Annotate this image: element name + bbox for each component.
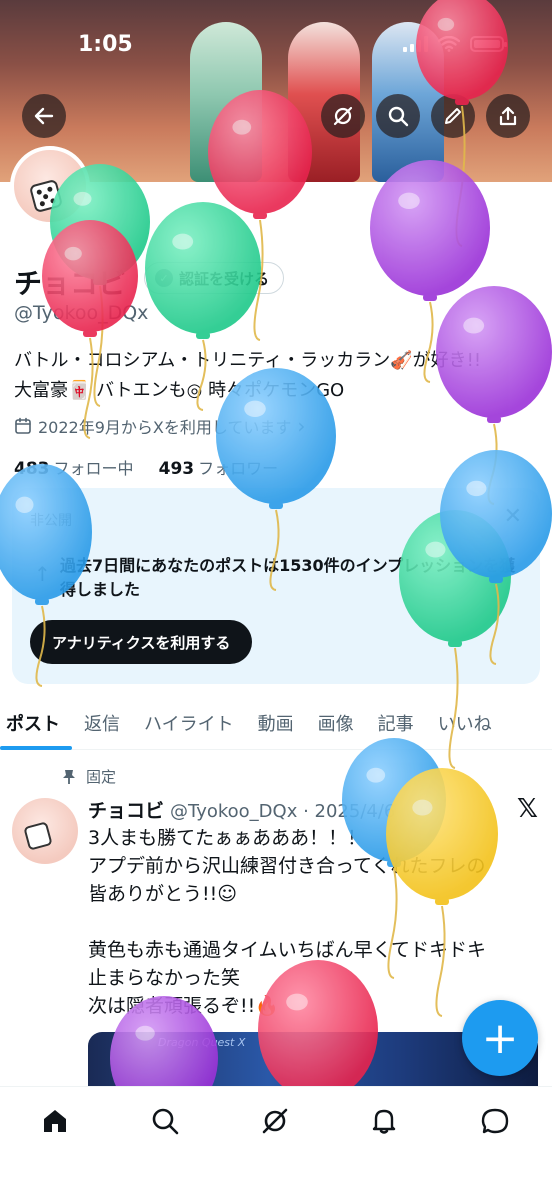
nav-messages[interactable] — [475, 1101, 515, 1141]
profile-avatar[interactable] — [10, 146, 90, 226]
back-button[interactable] — [22, 94, 66, 138]
compose-plus-icon: + — [481, 1012, 519, 1064]
nav-explore[interactable] — [145, 1101, 185, 1141]
media-title: Dragon Quest X — [158, 1036, 246, 1049]
following-count: 483 — [14, 459, 50, 479]
status-bar: 1:05 — [0, 0, 552, 90]
close-icon[interactable]: ✕ — [504, 504, 522, 529]
tab-posts[interactable]: ポスト — [0, 696, 72, 750]
tweet-line: 皆ありがとう!!☺ — [88, 883, 238, 905]
battery-icon — [470, 36, 507, 52]
bell-icon — [372, 1109, 396, 1134]
get-verified-button[interactable]: ✓ 認証を受ける — [144, 262, 285, 294]
tweet-author[interactable]: チョコビ — [88, 800, 164, 822]
tweet-line: 止まらなかった笑 — [88, 967, 241, 989]
followers-count: 493 — [158, 459, 195, 479]
analytics-message: 過去7日間にあなたのポストは1530件のインプレッションを獲得しました — [60, 556, 516, 599]
tweet-avatar[interactable] — [12, 798, 78, 864]
tab-replies[interactable]: 返信 — [72, 696, 132, 750]
nav-grok[interactable] — [255, 1101, 295, 1141]
back-arrow-icon — [34, 107, 54, 125]
dice-icon — [23, 821, 53, 851]
use-analytics-button[interactable]: アナリティクスを利用する — [30, 620, 253, 664]
get-verified-label: 認証を受ける — [179, 269, 270, 288]
tab-photos[interactable]: 画像 — [306, 696, 366, 750]
status-time: 1:05 — [78, 32, 133, 57]
pinned-label: 固定 — [86, 768, 117, 786]
bio-line: バトル・コロシアム・トリニティ・ラッカラン🎻が好き!! — [14, 350, 482, 371]
dice-icon — [28, 178, 64, 214]
bottom-navigation — [0, 1086, 552, 1200]
compose-button[interactable]: + — [462, 1000, 538, 1076]
tweet-text: 3人まも勝てたぁぁあああ！！！ アプデ前から沢山練習付き合ってくれたフレの 皆あ… — [88, 824, 538, 1020]
joined-date[interactable]: 2022年9月からXを利用しています › — [14, 414, 305, 438]
tab-videos[interactable]: 動画 — [246, 696, 306, 750]
tweet-line: 3人まも勝てたぁぁあああ！！！ — [88, 827, 367, 849]
tweet-line — [88, 908, 538, 936]
search-button[interactable] — [376, 94, 420, 138]
share-icon — [499, 106, 517, 126]
follow-stats: 483 フォロー中 493 フォロワー — [14, 455, 278, 479]
tab-likes[interactable]: いいね — [426, 696, 504, 750]
bio-line: 大富豪🀄 バトエンも◎ 時々ポケモンGO — [14, 380, 345, 401]
x-logo-icon: 𝕏 — [517, 794, 538, 824]
cellular-signal-icon — [403, 36, 428, 52]
grok-icon — [262, 1108, 288, 1134]
followers-link[interactable]: 493 フォロワー — [158, 459, 279, 479]
following-label: フォロー中 — [53, 459, 134, 478]
chat-icon — [481, 1108, 509, 1134]
profile-handle: @Tyokoo_DQx — [14, 302, 149, 324]
following-link[interactable]: 483 フォロー中 — [14, 459, 134, 479]
tweet-line: 黄色も赤も通過タイムいちばん早くてドキドキ — [88, 939, 487, 961]
home-icon — [44, 1110, 66, 1132]
search-icon — [152, 1108, 179, 1135]
tab-articles[interactable]: 記事 — [366, 696, 426, 750]
profile-bio: バトル・コロシアム・トリニティ・ラッカラン🎻が好き!! 大富豪🀄 バトエンも◎ … — [14, 346, 544, 406]
share-button[interactable] — [486, 94, 530, 138]
joined-date-text: 2022年9月からXを利用しています — [38, 418, 292, 437]
nav-home[interactable] — [35, 1101, 75, 1141]
wifi-icon — [438, 36, 460, 52]
search-icon — [388, 106, 409, 127]
analytics-card: 非公開 ✕ ↑ 過去7日間にあなたのポストは1530件のインプレッションを獲得し… — [12, 488, 540, 684]
followers-label: フォロワー — [198, 459, 279, 478]
pin-icon — [63, 769, 75, 784]
grok-button[interactable] — [321, 94, 365, 138]
pinned-indicator: 固定 — [62, 766, 116, 787]
edit-button[interactable] — [431, 94, 475, 138]
tab-highlights[interactable]: ハイライト — [132, 696, 246, 750]
grok-icon — [333, 106, 353, 126]
chevron-right-icon: › — [297, 414, 306, 438]
tweet-header: チョコビ @Tyokoo_DQx · 2025/4/6 — [88, 796, 395, 823]
tweet-handle-date: @Tyokoo_DQx · 2025/4/6 — [170, 801, 396, 822]
tweet-line: アプデ前から沢山練習付き合ってくれたフレの — [88, 855, 486, 877]
up-arrow-icon: ↑ — [34, 562, 51, 586]
private-label: 非公開 — [30, 513, 72, 529]
profile-tabs: ポスト 返信 ハイライト 動画 画像 記事 いいね — [0, 696, 552, 750]
edit-icon — [445, 108, 461, 124]
profile-name: チョコビ — [14, 267, 127, 300]
calendar-icon — [15, 417, 31, 434]
verified-check-icon: ✓ — [155, 269, 173, 287]
nav-notifications[interactable] — [364, 1101, 404, 1141]
